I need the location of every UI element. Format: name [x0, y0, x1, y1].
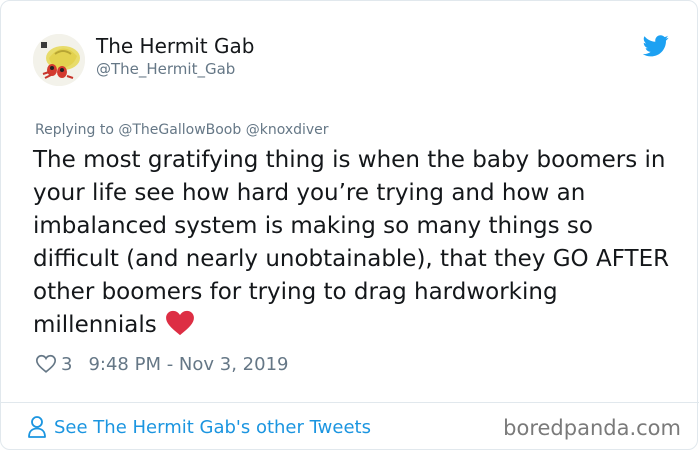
tweet-body: The most gratifying thing is when the ba… — [33, 147, 670, 338]
twitter-bird-icon[interactable] — [643, 35, 669, 57]
tweet-text: The most gratifying thing is when the ba… — [33, 144, 683, 342]
avatar[interactable] — [33, 34, 85, 86]
hermit-crab-avatar-icon — [33, 34, 85, 86]
heart-emoji — [165, 310, 194, 336]
person-icon — [28, 416, 46, 438]
boredpanda-watermark: boredpanda.com — [503, 416, 681, 440]
timestamp[interactable]: 9:48 PM - Nov 3, 2019 — [88, 354, 288, 375]
author-name[interactable]: The Hermit Gab — [96, 34, 254, 58]
see-other-tweets-label[interactable]: See The Hermit Gab's other Tweets — [54, 417, 371, 438]
tweet-card: The Hermit Gab @The_Hermit_Gab Replying … — [0, 0, 699, 450]
like-count[interactable]: 3 — [61, 354, 72, 375]
divider — [1, 402, 699, 403]
author-handle[interactable]: @The_Hermit_Gab — [96, 60, 235, 78]
tweet-meta: 3 9:48 PM - Nov 3, 2019 — [35, 351, 288, 377]
see-other-tweets-link[interactable]: See The Hermit Gab's other Tweets — [27, 415, 371, 439]
like-heart-icon[interactable] — [35, 353, 57, 375]
replying-to[interactable]: Replying to @TheGallowBoob @knoxdiver — [35, 122, 329, 138]
